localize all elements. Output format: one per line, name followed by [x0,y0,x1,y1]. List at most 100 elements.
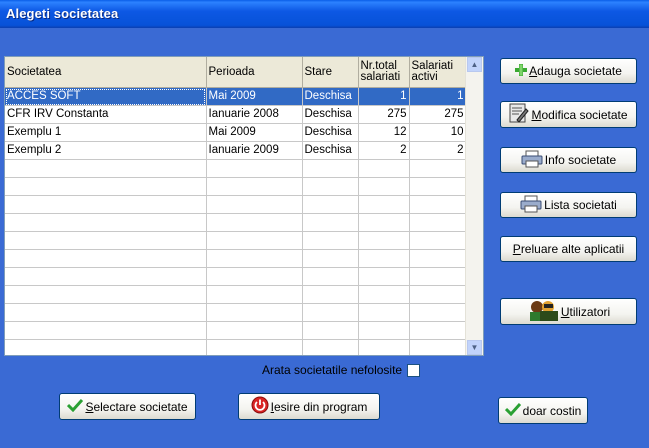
grid-vertical-scrollbar[interactable]: ▲ ▼ [465,57,483,355]
table-cell: Ianuarie 2009 [206,141,303,160]
users-label: Utilizatori [560,304,611,319]
table-cell [206,321,303,340]
table-cell: 1 [409,87,467,106]
table-cell [358,321,410,340]
table-cell [302,303,359,322]
empty-table-row[interactable] [5,177,467,196]
table-cell: 2 [358,141,410,160]
table-cell: Mai 2009 [206,123,303,142]
table-cell [5,303,207,322]
table-cell [358,303,410,322]
table-cell [5,177,207,196]
table-cell [358,213,410,232]
table-cell [5,321,207,340]
table-cell [5,249,207,268]
table-cell: Exemplu 1 [5,123,207,142]
col-header-stare[interactable]: Stare [302,57,359,88]
table-cell: Ianuarie 2008 [206,105,303,124]
table-cell [5,267,207,286]
table-cell [358,177,410,196]
only-costin-button[interactable]: doar costin [498,397,588,424]
table-cell [409,231,467,250]
title-bar[interactable]: Alegeti societatea [0,0,649,28]
table-cell [302,231,359,250]
import-other-apps-label: Preluare alte aplicatii [512,242,625,256]
power-icon [251,396,269,417]
table-cell [206,177,303,196]
checkmark-icon [504,402,521,419]
empty-table-row[interactable] [5,249,467,268]
table-cell: ACCES SOFT [5,87,207,106]
scroll-down-icon[interactable]: ▼ [467,340,482,355]
table-cell [302,321,359,340]
companies-list-button[interactable]: Lista societati [500,192,637,218]
table-cell: Deschisa [302,87,359,106]
table-cell [302,159,359,178]
table-cell [206,159,303,178]
printer-icon [520,195,542,216]
table-cell: Exemplu 2 [5,141,207,160]
scroll-up-icon[interactable]: ▲ [467,57,482,72]
empty-table-row[interactable] [5,231,467,250]
company-info-label: Info societate [544,153,617,167]
table-cell [358,195,410,214]
empty-table-row[interactable] [5,321,467,340]
empty-table-row[interactable] [5,339,467,355]
edit-company-label: Modifica societate [531,107,628,122]
table-cell: Deschisa [302,123,359,142]
table-cell [358,285,410,304]
table-cell: Deschisa [302,105,359,124]
edit-company-button[interactable]: Modifica societate [500,101,637,128]
companies-grid[interactable]: Societatea Perioada Stare Nr.total salar… [4,56,484,356]
table-cell [5,231,207,250]
company-info-button[interactable]: Info societate [500,147,637,173]
show-unused-row: Arata societatile nefolosite [262,362,421,378]
table-cell [206,339,303,355]
exit-program-button[interactable]: Iesire din program [238,393,380,420]
table-cell [358,159,410,178]
table-cell [409,267,467,286]
empty-table-row[interactable] [5,285,467,304]
table-cell [358,231,410,250]
table-cell [409,195,467,214]
companies-list-label: Lista societati [544,198,617,212]
edit-document-icon [509,103,530,126]
plus-icon [515,63,528,79]
empty-table-row[interactable] [5,213,467,232]
table-cell [409,213,467,232]
table-cell [5,195,207,214]
table-cell [409,321,467,340]
users-button[interactable]: Utilizatori [500,298,637,325]
table-cell [302,249,359,268]
empty-table-row[interactable] [5,267,467,286]
select-company-button[interactable]: Selectare societate [59,393,196,420]
table-cell [358,267,410,286]
col-header-perioada[interactable]: Perioada [206,57,303,88]
col-header-salariati-activi[interactable]: Salariati activi [409,57,467,88]
show-unused-label: Arata societatile nefolosite [262,363,403,377]
col-header-nr-total-salariati[interactable]: Nr.total salariati [358,57,410,88]
table-row[interactable]: CFR IRV Constanta Ianuarie 2008 Deschisa 27… [5,105,467,124]
table-cell [302,177,359,196]
grid-header-row: Societatea Perioada Stare Nr.total salar… [5,57,467,88]
table-cell [5,213,207,232]
import-other-apps-button[interactable]: Preluare alte aplicatii [500,236,637,262]
show-unused-checkbox[interactable] [407,363,421,377]
add-company-button[interactable]: Adauga societate [500,58,637,84]
empty-table-row[interactable] [5,159,467,178]
table-cell: 2 [409,141,467,160]
empty-table-row[interactable] [5,303,467,322]
table-cell [5,159,207,178]
table-cell [302,339,359,355]
table-cell: 12 [358,123,410,142]
table-cell [409,339,467,355]
table-row[interactable]: Exemplu 2 Ianuarie 2009 Deschisa 2 2 [5,141,467,160]
empty-table-row[interactable] [5,195,467,214]
table-row[interactable]: ACCES SOFT Mai 2009 Deschisa 1 1 [5,87,467,106]
table-cell: 275 [409,105,467,124]
table-cell [302,285,359,304]
col-header-societatea[interactable]: Societatea [5,57,207,88]
table-cell: 275 [358,105,410,124]
table-row[interactable]: Exemplu 1 Mai 2009 Deschisa 12 10 [5,123,467,142]
select-company-label: Selectare societate [85,399,188,414]
